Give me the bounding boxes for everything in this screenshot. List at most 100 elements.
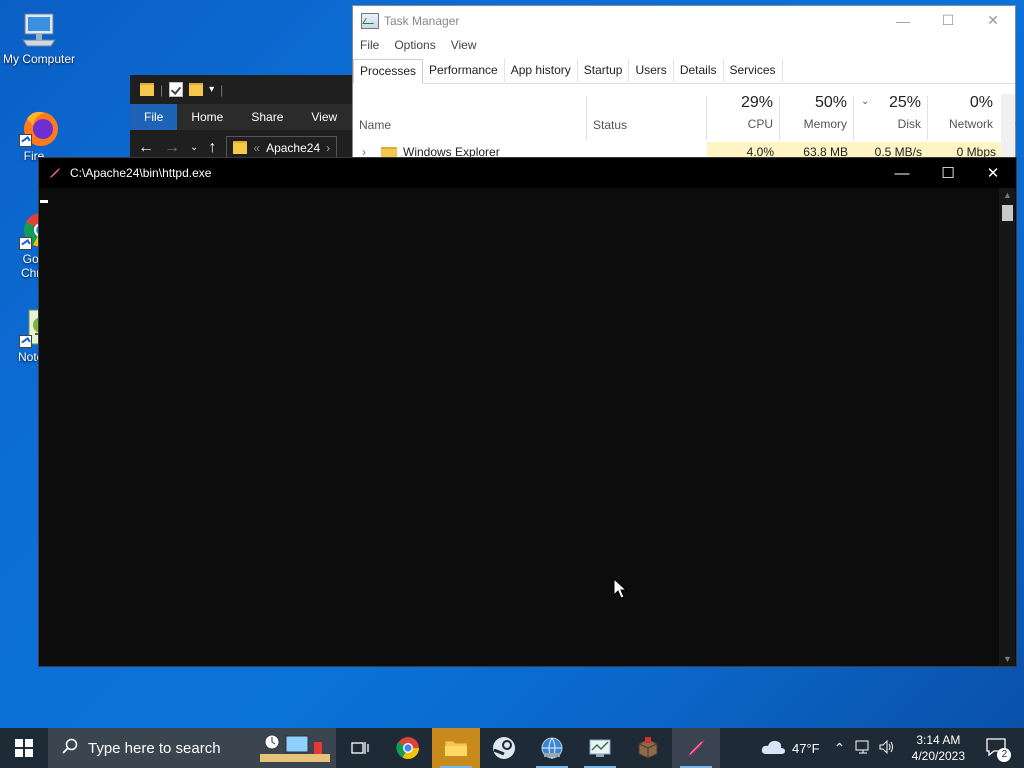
console-titlebar[interactable]: C:\Apache24\bin\httpd.exe [39,158,1016,188]
disk-percent: 25% [888,94,921,111]
properties-icon[interactable] [169,82,184,97]
ribbon-tab-view[interactable]: View [297,104,351,130]
menu-options[interactable]: Options [394,38,435,52]
text-cursor [40,200,48,203]
ribbon-tab-share[interactable]: Share [237,104,297,130]
steam-icon [493,737,515,759]
network-icon[interactable] [855,740,871,757]
desktop-icon-firefox[interactable]: Fire [0,107,68,163]
ribbon-tabs: File Home Share View [130,104,352,130]
taskbar-chrome[interactable] [384,728,432,768]
firefox-icon [19,107,59,147]
taskbar-file-explorer[interactable] [432,728,480,768]
quick-access-toolbar: | ▾ | [130,75,352,104]
clock[interactable]: 3:14 AM 4/20/2023 [905,732,971,764]
search-highlight-icon [258,732,330,768]
computer-icon [19,10,59,50]
menu-file[interactable]: File [360,38,379,52]
clock-time: 3:14 AM [916,733,961,747]
cpu-label: CPU [747,117,773,131]
address-path: Apache24 [266,140,321,155]
taskbar-task-manager[interactable] [576,728,624,768]
notification-count: 2 [997,748,1012,762]
file-explorer-icon [444,740,468,757]
close-button[interactable]: ✕ [970,6,1016,35]
shortcut-arrow-icon [19,237,32,250]
show-hidden-icons-chevron-icon[interactable]: ⌃ [834,740,846,757]
window-title: Task Manager [384,13,460,28]
column-header-memory[interactable]: 50% Memory [783,94,847,140]
column-header-disk[interactable]: 25% Disk [869,94,921,140]
scroll-down-icon[interactable]: ▼ [1003,654,1012,664]
new-folder-icon[interactable] [189,83,204,96]
tab-users[interactable]: Users [629,59,674,82]
desktop-icon-my-computer[interactable]: My Computer [0,10,78,66]
volume-icon[interactable] [879,739,895,757]
recent-dropdown-icon[interactable]: ⌄ [190,142,198,153]
tab-strip: Processes Performance App history Startu… [353,59,1015,84]
task-view-button[interactable] [336,728,384,768]
maximize-button[interactable]: ☐ [925,158,971,188]
scroll-up-icon[interactable]: ▲ [1003,190,1012,200]
minimize-button[interactable]: — [880,6,926,35]
shortcut-arrow-icon [19,335,32,348]
system-tray: 47°F ⌃ 3:14 AM 4/20/2023 2 [760,728,1012,768]
ribbon-tab-file[interactable]: File [130,104,178,130]
notification-center-button[interactable]: 2 [985,737,1012,762]
shortcut-arrow-icon [19,134,32,147]
weather-cloud-icon[interactable] [760,738,786,759]
scrollbar-thumb[interactable] [1002,205,1013,221]
windows-logo-icon [15,739,33,757]
tab-startup[interactable]: Startup [578,59,630,82]
task-view-icon [351,742,369,754]
address-bar[interactable]: « Apache24 › [226,135,338,160]
cpu-percent: 29% [740,94,773,111]
tab-processes[interactable]: Processes [353,59,424,84]
forward-arrow-icon[interactable]: → [164,139,180,157]
package-installer-icon [638,737,658,759]
tab-services[interactable]: Services [724,59,783,82]
desktop-icon-label: My Computer [2,52,76,66]
console-title: C:\Apache24\bin\httpd.exe [70,166,212,180]
tab-details[interactable]: Details [674,59,724,82]
scrollbar[interactable] [1001,94,1015,164]
chrome-icon [396,737,419,759]
column-header-cpu[interactable]: 29% CPU [713,94,773,140]
taskbar-steam[interactable] [480,728,528,768]
file-explorer-window[interactable]: | ▾ | File Home Share View ← → ⌄ ↑ « Apa… [130,75,352,165]
network-percent: 0% [969,94,993,111]
folder-icon [233,141,248,154]
taskbar-network-app[interactable] [528,728,576,768]
tab-performance[interactable]: Performance [423,59,505,82]
task-manager-window[interactable]: Task Manager — ☐ ✕ File Options View Pro… [352,5,1016,165]
taskbar-httpd[interactable] [672,728,720,768]
tab-app-history[interactable]: App history [505,59,578,82]
clock-date: 4/20/2023 [911,749,966,763]
ribbon-tab-home[interactable]: Home [177,104,237,130]
taskbar-package-app[interactable] [624,728,672,768]
search-box[interactable]: Type here to search [48,728,336,768]
start-button[interactable] [0,728,48,768]
search-placeholder: Type here to search [88,739,221,757]
back-arrow-icon[interactable]: ← [138,139,154,157]
task-manager-icon [361,12,379,29]
memory-percent: 50% [814,94,847,111]
minimize-button[interactable]: — [879,158,925,188]
menu-view[interactable]: View [451,38,477,52]
close-button[interactable]: ✕ [970,158,1016,188]
mouse-pointer-icon [613,577,628,603]
column-header-network[interactable]: 0% Network [933,94,993,140]
folder-icon [140,83,154,96]
apache-feather-icon [48,166,62,180]
maximize-button[interactable]: ☐ [925,6,971,35]
globe-network-icon [541,737,563,759]
console-scrollbar[interactable]: ▲ ▼ [999,188,1015,666]
apache-feather-icon [687,739,705,757]
taskbar: Type here to search 47°F ⌃ 3:14 AM 4/20/… [0,728,1024,768]
weather-temperature[interactable]: 47°F [792,741,820,756]
customize-dropdown-icon[interactable]: ▾ [209,84,214,95]
network-label: Network [948,117,993,131]
menu-bar: File Options View [353,35,1015,55]
console-window[interactable]: C:\Apache24\bin\httpd.exe — ☐ ✕ ▲ ▼ [38,157,1017,667]
up-arrow-icon[interactable]: ↑ [208,139,216,157]
